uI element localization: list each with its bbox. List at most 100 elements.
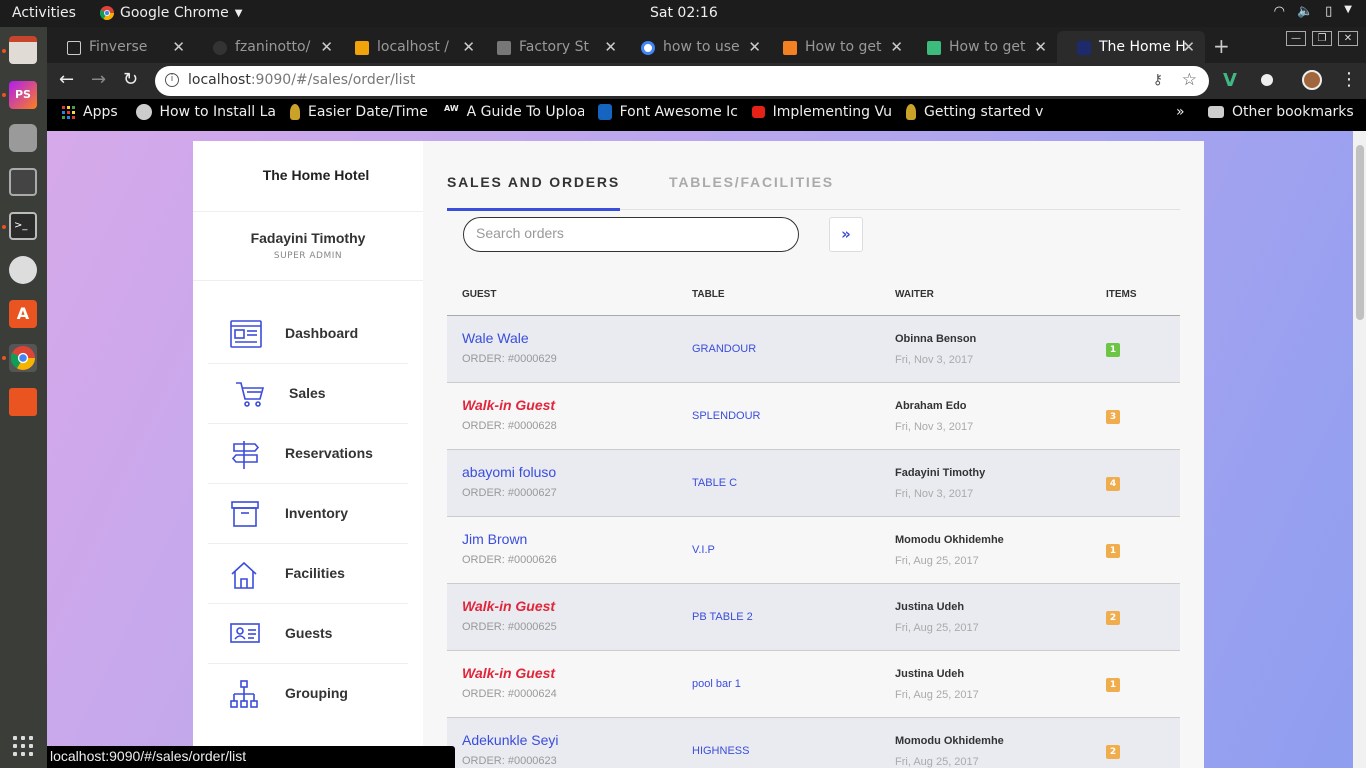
- column-header-items[interactable]: ITEMS: [1106, 289, 1137, 300]
- sidebar-item-label: Inventory: [285, 505, 349, 521]
- system-tray[interactable]: ◠ 🔈 ▯ ▼: [1274, 4, 1352, 19]
- cart-icon: [236, 382, 265, 407]
- tab-favicon: [497, 41, 511, 55]
- app-menu[interactable]: Google Chrome ▼: [100, 5, 242, 21]
- more-bookmarks-button[interactable]: »: [1176, 104, 1185, 120]
- table-row[interactable]: abayomi foluso ORDER: #0000627 TABLE C Fada…: [447, 450, 1180, 517]
- menu-icon[interactable]: ⋮: [1340, 69, 1358, 90]
- search-input[interactable]: Search orders: [463, 217, 799, 252]
- forward-button[interactable]: →: [91, 69, 106, 90]
- files-app-icon[interactable]: [9, 36, 37, 64]
- browser-tab[interactable]: How to get ✕: [907, 31, 1057, 63]
- column-header-table[interactable]: TABLE: [692, 289, 725, 300]
- maximize-button[interactable]: ❐: [1312, 31, 1332, 46]
- bookmark-item[interactable]: How to Install La: [136, 104, 276, 120]
- guest-name[interactable]: Adekunkle Seyi: [462, 732, 559, 748]
- activities-button[interactable]: Activities: [12, 5, 76, 21]
- divider: [193, 211, 423, 212]
- table-row[interactable]: Walk-in Guest ORDER: #0000628 SPLENDOUR Abr…: [447, 383, 1180, 450]
- key-icon[interactable]: ⚷: [1153, 72, 1163, 88]
- aw-icon: AW: [444, 104, 459, 113]
- guest-name[interactable]: Jim Brown: [462, 531, 527, 547]
- bookmarks-bar: Apps How to Install La Easier Date/Time …: [47, 99, 1366, 131]
- show-applications-icon[interactable]: [13, 736, 33, 756]
- sidebar-item-sales[interactable]: Sales: [208, 364, 408, 424]
- info-icon[interactable]: i: [165, 73, 179, 87]
- sidebar-item-dashboard[interactable]: Dashboard: [208, 304, 408, 364]
- waiter-name: Momodu Okhidemhe: [895, 534, 1004, 546]
- close-tab-icon[interactable]: ✕: [748, 38, 761, 56]
- close-tab-icon[interactable]: ✕: [604, 38, 617, 56]
- other-bookmarks[interactable]: Other bookmarks: [1208, 104, 1354, 120]
- close-tab-icon[interactable]: ✕: [1034, 38, 1047, 56]
- terminal-icon[interactable]: >_: [9, 212, 37, 240]
- table-row[interactable]: Jim Brown ORDER: #0000626 V.I.P Momodu Okhi…: [447, 517, 1180, 584]
- close-tab-icon[interactable]: ✕: [890, 38, 903, 56]
- guest-name[interactable]: Walk-in Guest: [462, 397, 555, 413]
- bookmark-item[interactable]: AW A Guide To Uploa: [444, 104, 584, 120]
- tab-sales-and-orders[interactable]: SALES AND ORDERS: [447, 174, 620, 190]
- order-date: Fri, Aug 25, 2017: [895, 689, 979, 701]
- browser-tab[interactable]: localhost / ✕: [335, 31, 485, 63]
- table-row[interactable]: Walk-in Guest ORDER: #0000625 PB TABLE 2 Ju…: [447, 584, 1180, 651]
- sidebar-item-grouping[interactable]: Grouping: [208, 664, 408, 724]
- clock[interactable]: Sat 02:16: [650, 5, 718, 21]
- stackoverflow-icon: [783, 41, 797, 55]
- close-tab-icon[interactable]: ✕: [172, 38, 185, 56]
- browser-tab[interactable]: How to get ✕: [763, 31, 913, 63]
- reload-button[interactable]: ↻: [123, 69, 138, 90]
- extension-icon[interactable]: [1257, 70, 1277, 90]
- installer-icon[interactable]: [9, 124, 37, 152]
- guest-name[interactable]: abayomi foluso: [462, 464, 556, 480]
- tab-favicon: [927, 41, 941, 55]
- minimize-button[interactable]: —: [1286, 31, 1306, 46]
- order-number: ORDER: #0000624: [462, 688, 557, 700]
- browser-tab[interactable]: fzaninotto/✕: [193, 31, 343, 63]
- order-number: ORDER: #0000628: [462, 420, 557, 432]
- browser-tab[interactable]: how to use ✕: [621, 31, 771, 63]
- items-count-badge: 1: [1106, 343, 1120, 357]
- guest-name[interactable]: Walk-in Guest: [462, 598, 555, 614]
- page-scrollbar[interactable]: [1353, 131, 1366, 768]
- main-tabs: SALES AND ORDERS TABLES/FACILITIES: [447, 141, 1180, 211]
- sidebar-item-label: Reservations: [285, 445, 373, 461]
- profile-avatar[interactable]: [1302, 70, 1322, 90]
- column-header-waiter[interactable]: WAITER: [895, 289, 934, 300]
- software-center-icon[interactable]: A: [9, 300, 37, 328]
- updater-icon[interactable]: [9, 256, 37, 284]
- search-submit-button[interactable]: »: [829, 217, 863, 252]
- back-button[interactable]: ←: [59, 69, 74, 90]
- close-tab-icon[interactable]: ✕: [462, 38, 475, 56]
- table-row[interactable]: Adekunkle Seyi ORDER: #0000623 HIGHNESS Mom…: [447, 718, 1180, 768]
- new-tab-button[interactable]: +: [1213, 34, 1230, 58]
- table-row[interactable]: Wale Wale ORDER: #0000629 GRANDOUR Obinna B…: [447, 316, 1180, 383]
- star-icon[interactable]: ☆: [1182, 70, 1197, 90]
- bookmark-apps[interactable]: Apps: [62, 104, 118, 120]
- browser-tab[interactable]: Factory St ✕: [477, 31, 627, 63]
- guest-name[interactable]: Wale Wale: [462, 330, 529, 346]
- sidebar-item-reservations[interactable]: Reservations: [208, 424, 408, 484]
- sidebar-item-guests[interactable]: Guests: [208, 604, 408, 664]
- column-header-guest[interactable]: GUEST: [462, 289, 496, 300]
- folder-icon[interactable]: [9, 388, 37, 416]
- close-window-button[interactable]: ✕: [1338, 31, 1358, 46]
- bookmark-item[interactable]: Implementing Vu: [752, 104, 892, 120]
- close-tab-icon[interactable]: ✕: [1182, 38, 1195, 56]
- chrome-dock-icon[interactable]: [9, 344, 37, 372]
- bookmark-item[interactable]: Font Awesome Ic: [598, 104, 738, 120]
- scrollbar-thumb[interactable]: [1356, 145, 1364, 320]
- browser-tab[interactable]: Finverse ✕: [47, 31, 195, 63]
- bookmark-item[interactable]: Easier Date/Time: [290, 104, 430, 120]
- phpstorm-icon[interactable]: PS: [9, 81, 37, 109]
- sidebar-item-facilities[interactable]: Facilities: [208, 544, 408, 604]
- address-bar[interactable]: i localhost:9090/#/sales/order/list ⚷ ☆: [155, 66, 1209, 96]
- sidebar-item-inventory[interactable]: Inventory: [208, 484, 408, 544]
- guest-name[interactable]: Walk-in Guest: [462, 665, 555, 681]
- bookmark-item[interactable]: Getting started v: [906, 104, 1046, 120]
- vue-devtools-icon[interactable]: V: [1223, 70, 1243, 91]
- tab-tables-facilities[interactable]: TABLES/FACILITIES: [669, 174, 834, 190]
- close-tab-icon[interactable]: ✕: [320, 38, 333, 56]
- browser-tab-active[interactable]: The Home H ✕: [1057, 31, 1205, 63]
- table-row[interactable]: Walk-in Guest ORDER: #0000624 pool bar 1 Ju…: [447, 651, 1180, 718]
- video-editor-icon[interactable]: [9, 168, 37, 196]
